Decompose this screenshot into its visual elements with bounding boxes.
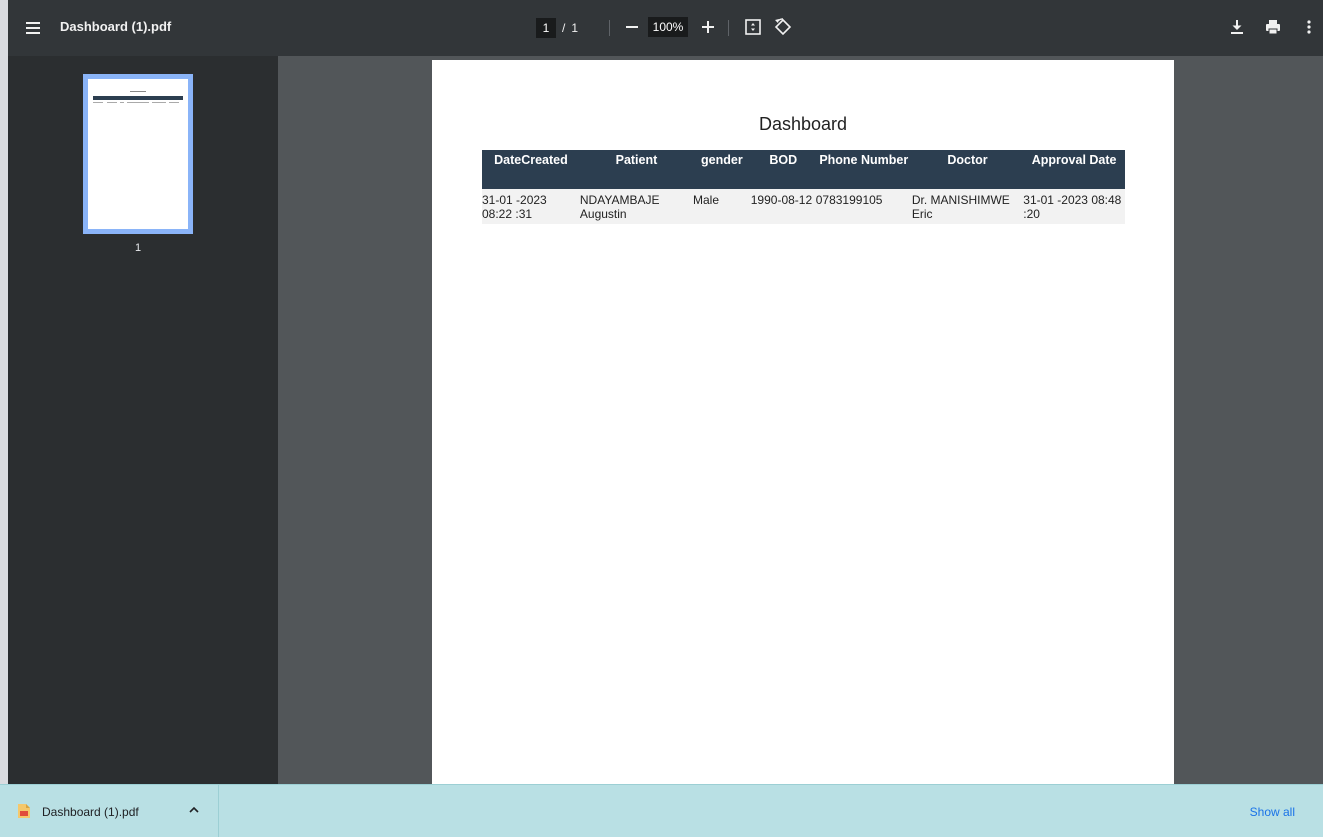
table-cell: NDAYAMBAJE Augustin bbox=[579, 189, 694, 224]
table-row: 31-01 -2023 08:22 :31 NDAYAMBAJE Augusti… bbox=[482, 189, 1125, 224]
zoom-in-icon[interactable] bbox=[698, 17, 718, 37]
show-all-link[interactable]: Show all bbox=[1250, 805, 1295, 819]
table-cell: 0783199105 bbox=[815, 189, 912, 224]
thumbnail-row-line bbox=[127, 102, 149, 103]
pdf-page: Dashboard DateCreated Patient gender BOD… bbox=[432, 60, 1174, 784]
window-frame-edge bbox=[0, 0, 8, 836]
pdf-file-icon bbox=[18, 804, 30, 818]
page-title: Dashboard bbox=[758, 114, 848, 134]
thumbnail-page bbox=[88, 79, 188, 229]
toolbar-divider bbox=[728, 20, 729, 36]
page-total: 1 bbox=[571, 21, 579, 35]
table-cell: 1990-08-12 bbox=[750, 189, 816, 224]
thumbnail-title-line bbox=[130, 91, 146, 92]
thumbnail-row-line bbox=[169, 102, 179, 103]
zoom-out-icon[interactable] bbox=[622, 17, 642, 37]
print-icon[interactable] bbox=[1262, 16, 1284, 38]
table-cell: Dr. MANISHIMWE Eric bbox=[911, 189, 1024, 224]
fit-to-page-icon[interactable] bbox=[742, 16, 764, 38]
thumbnail-row-line bbox=[120, 102, 124, 103]
thumbnail-row-line bbox=[152, 102, 166, 103]
page-selector: / 1 bbox=[536, 16, 578, 40]
table-cell: 31-01 -2023 08:22 :31 bbox=[482, 189, 580, 224]
download-icon[interactable] bbox=[1226, 16, 1248, 38]
column-header: Patient bbox=[579, 150, 694, 189]
page-thumbnail[interactable] bbox=[83, 74, 193, 234]
zoom-level-input[interactable] bbox=[648, 17, 688, 37]
document-title: Dashboard (1).pdf bbox=[60, 19, 172, 34]
table-cell: 31-01 -2023 08:48 :20 bbox=[1023, 189, 1125, 224]
download-file-name: Dashboard (1).pdf bbox=[42, 805, 139, 819]
menu-icon[interactable] bbox=[24, 18, 44, 38]
thumbnail-table-header bbox=[93, 96, 183, 100]
table-header-row: DateCreated Patient gender BOD Phone Num… bbox=[482, 150, 1125, 189]
page-number-input[interactable] bbox=[536, 18, 556, 38]
download-shelf: Dashboard (1).pdf Show all bbox=[0, 784, 1323, 837]
thumbnail-row-line bbox=[107, 102, 117, 103]
column-header: DateCreated bbox=[482, 150, 580, 189]
thumbnail-sidebar: 1 bbox=[8, 56, 278, 784]
column-header: gender bbox=[693, 150, 751, 189]
chevron-up-icon[interactable] bbox=[186, 802, 202, 818]
toolbar-divider bbox=[609, 20, 610, 36]
pdf-toolbar: Dashboard (1).pdf / 1 bbox=[8, 0, 1323, 56]
column-header: Doctor bbox=[911, 150, 1024, 189]
column-header: Phone Number bbox=[815, 150, 912, 189]
thumbnail-row-line bbox=[93, 102, 103, 103]
rotate-icon[interactable] bbox=[772, 16, 794, 38]
column-header: Approval Date bbox=[1023, 150, 1125, 189]
thumbnail-page-label: 1 bbox=[134, 242, 142, 254]
more-options-icon[interactable] bbox=[1298, 16, 1320, 38]
page-separator: / bbox=[562, 21, 566, 35]
download-item[interactable]: Dashboard (1).pdf bbox=[8, 785, 219, 837]
table-cell: Male bbox=[693, 189, 751, 224]
column-header: BOD bbox=[750, 150, 816, 189]
dashboard-table: DateCreated Patient gender BOD Phone Num… bbox=[482, 150, 1125, 224]
pdf-viewer: Dashboard DateCreated Patient gender BOD… bbox=[278, 56, 1323, 784]
